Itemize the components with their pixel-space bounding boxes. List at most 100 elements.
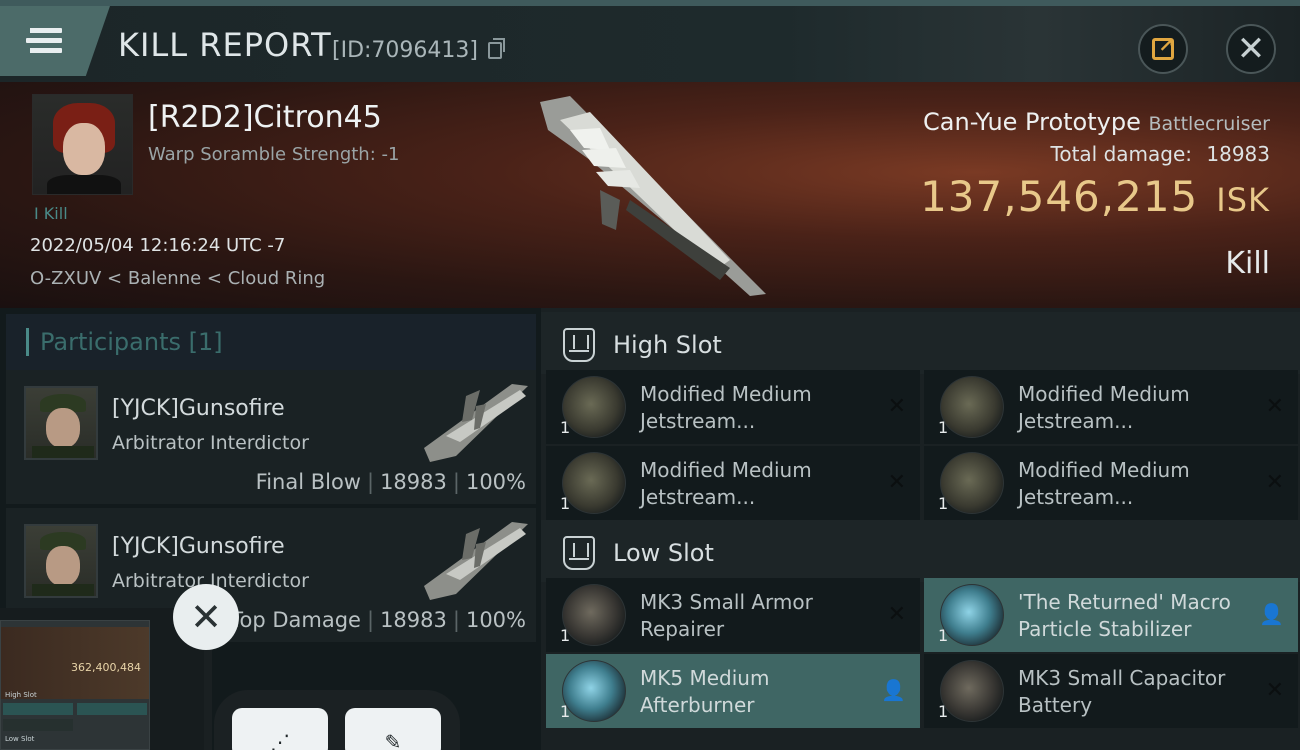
isk-value: 137,546,215: [920, 172, 1199, 221]
low-slot-title: Low Slot: [613, 539, 714, 567]
module-item[interactable]: 1 MK3 Small Capacitor Battery ✕: [924, 654, 1298, 728]
module-item[interactable]: 1 MK3 Small Armor Repairer ✕: [546, 578, 920, 652]
close-button[interactable]: ✕: [1226, 24, 1276, 74]
isk-value-line: 137,546,215 ISK: [920, 172, 1270, 221]
module-name: Modified Medium Jetstream...: [1018, 458, 1190, 509]
module-quantity: 1: [938, 626, 949, 645]
capacitor-battery-icon: [940, 660, 1004, 722]
module-quantity: 1: [938, 494, 949, 513]
total-damage-value: 18983: [1206, 142, 1270, 166]
high-slot-header: High Slot: [541, 312, 1300, 374]
participant-name[interactable]: [YJCK]Gunsofire: [112, 534, 285, 559]
jetstream-module-icon: [562, 452, 626, 514]
dropped-person-icon: 👤: [881, 678, 906, 702]
destroyed-icon: ✕: [1265, 678, 1284, 703]
victim-ship-class: Battlecruiser: [1148, 113, 1270, 135]
thumbnail-high-slot: High Slot: [5, 691, 37, 699]
participant-row[interactable]: [YJCK]Gunsofire Arbitrator Interdictor F…: [6, 370, 536, 504]
participant-role: Top Damage: [230, 608, 361, 632]
victim-ship-image: [540, 96, 766, 296]
participant-name[interactable]: [YJCK]Gunsofire: [112, 396, 285, 421]
participant-damage: 18983: [380, 608, 447, 632]
participant-ship-image: [424, 384, 528, 462]
high-slot-icon: [563, 328, 595, 362]
thumbnail-isk-value: 362,400,484: [71, 661, 141, 674]
share-icon: [1152, 33, 1175, 60]
destroyed-icon: ✕: [887, 602, 906, 627]
afterburner-icon: [562, 660, 626, 722]
participant-avatar[interactable]: [24, 524, 98, 598]
low-slot-icon: [563, 536, 595, 570]
module-name: MK3 Small Armor Repairer: [640, 590, 813, 641]
participant-stats: Final Blow | 18983 | 100%: [255, 470, 526, 494]
armor-repairer-icon: [562, 584, 626, 646]
jetstream-module-icon: [940, 376, 1004, 438]
pencil-icon: ✎: [384, 730, 402, 750]
jetstream-module-icon: [562, 376, 626, 438]
module-item[interactable]: 1 Modified Medium Jetstream... ✕: [924, 370, 1298, 444]
participant-avatar[interactable]: [24, 386, 98, 460]
screenshot-thumbnail[interactable]: 362,400,484 High Slot Low Slot: [0, 620, 150, 750]
particle-stabilizer-icon: [940, 584, 1004, 646]
isk-unit: ISK: [1216, 181, 1270, 219]
menu-button[interactable]: [0, 6, 110, 76]
thumbnail-low-slot: Low Slot: [5, 735, 35, 743]
module-quantity: 1: [938, 418, 949, 437]
module-quantity: 1: [560, 418, 571, 437]
destroyed-icon: ✕: [887, 470, 906, 495]
module-quantity: 1: [560, 702, 571, 721]
module-name: Modified Medium Jetstream...: [640, 382, 812, 433]
module-name: Modified Medium Jetstream...: [640, 458, 812, 509]
module-quantity: 1: [938, 702, 949, 721]
participant-ship: Arbitrator Interdictor: [112, 432, 309, 454]
overlay-close-button[interactable]: ✕: [173, 584, 239, 650]
edit-button[interactable]: ✎: [345, 708, 441, 750]
kill-count: I Kill: [34, 204, 68, 223]
destroyed-icon: ✕: [1265, 470, 1284, 495]
destroyed-icon: ✕: [887, 394, 906, 419]
kill-id: [ID:7096413]: [332, 38, 478, 63]
close-icon: ✕: [1236, 29, 1266, 69]
warp-scramble-strength: Warp Soramble Strength: -1: [148, 144, 400, 165]
kill-location: O-ZXUV < Balenne < Cloud Ring: [30, 268, 326, 289]
victim-ship-name[interactable]: Can-Yue Prototype: [923, 108, 1141, 136]
low-slot-header: Low Slot: [541, 520, 1300, 582]
victim-pilot-name[interactable]: [R2D2]Citron45: [148, 100, 382, 135]
jetstream-module-icon: [940, 452, 1004, 514]
result-label: Kill: [1225, 246, 1270, 281]
module-item[interactable]: 1 Modified Medium Jetstream... ✕: [546, 370, 920, 444]
module-item[interactable]: 1 MK5 Medium Afterburner 👤: [546, 654, 920, 728]
victim-ship-line: Can-Yue Prototype Battlecruiser: [923, 108, 1270, 136]
page-title: KILL REPORT: [118, 26, 332, 64]
close-icon: ✕: [190, 595, 222, 639]
module-item[interactable]: 1 Modified Medium Jetstream... ✕: [546, 446, 920, 520]
participant-role: Final Blow: [255, 470, 361, 494]
total-damage-label: Total damage:: [1050, 142, 1193, 166]
participants-header: Participants [1]: [6, 314, 536, 372]
module-quantity: 1: [560, 494, 571, 513]
share-nodes-icon: ⋰: [270, 730, 290, 750]
module-item[interactable]: 1 'The Returned' Macro Particle Stabiliz…: [924, 578, 1298, 652]
participant-damage: 18983: [380, 470, 447, 494]
victim-banner: [R2D2]Citron45 Warp Soramble Strength: -…: [0, 82, 1300, 308]
total-damage: Total damage: 18983: [1051, 142, 1270, 166]
share-link-button[interactable]: ⋰: [232, 708, 328, 750]
module-name: MK3 Small Capacitor Battery: [1018, 666, 1226, 717]
copy-icon[interactable]: [488, 38, 505, 59]
participant-percent: 100%: [465, 608, 526, 632]
victim-portrait[interactable]: [32, 94, 133, 195]
module-quantity: 1: [560, 626, 571, 645]
destroyed-icon: ✕: [1265, 394, 1284, 419]
kill-datetime: 2022/05/04 12:16:24 UTC -7: [30, 235, 286, 256]
module-name: 'The Returned' Macro Particle Stabilizer: [1018, 590, 1231, 641]
module-item[interactable]: 1 Modified Medium Jetstream... ✕: [924, 446, 1298, 520]
participant-percent: 100%: [465, 470, 526, 494]
dropped-person-icon: 👤: [1259, 602, 1284, 626]
module-name: Modified Medium Jetstream...: [1018, 382, 1190, 433]
module-name: MK5 Medium Afterburner: [640, 666, 770, 717]
high-slot-title: High Slot: [613, 331, 722, 359]
share-button[interactable]: [1138, 24, 1188, 74]
fitting-panel: High Slot 1 Modified Medium Jetstream...…: [541, 308, 1300, 750]
participant-stats: Top Damage | 18983 | 100%: [230, 608, 526, 632]
header-bar: KILL REPORT [ID:7096413] ✕: [0, 6, 1300, 82]
